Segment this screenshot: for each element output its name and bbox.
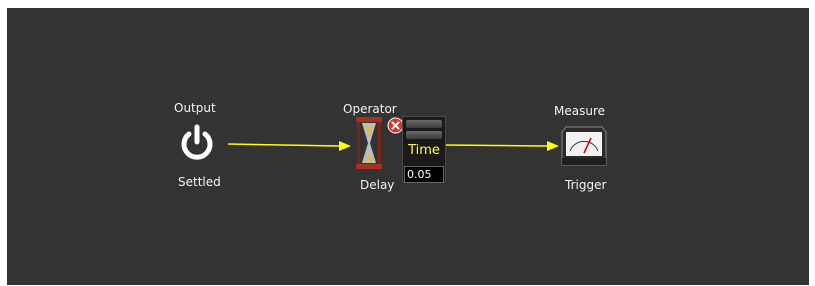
measure-node-title: Measure (554, 104, 605, 118)
panel-strip (406, 120, 442, 128)
operator-node-subtitle: Delay (360, 178, 395, 192)
panel-strip (406, 131, 442, 139)
wire-operator-to-measure[interactable] (442, 141, 559, 151)
power-icon[interactable] (179, 124, 215, 162)
meter-gauge-icon[interactable] (560, 123, 608, 169)
time-parameter-panel[interactable]: Time 0.05 (402, 116, 446, 183)
output-node-subtitle: Settled (178, 175, 221, 189)
time-value-field[interactable]: 0.05 (404, 166, 444, 183)
measure-node-subtitle: Trigger (565, 178, 607, 192)
param-name: Time (408, 143, 440, 158)
flow-canvas[interactable]: Output Settled Operator Time 0.05 Delay … (7, 8, 809, 285)
operator-node-title: Operator (343, 102, 397, 116)
wire-output-to-operator[interactable] (227, 141, 351, 151)
output-node-title: Output (174, 101, 216, 115)
hourglass-icon[interactable] (354, 116, 384, 170)
